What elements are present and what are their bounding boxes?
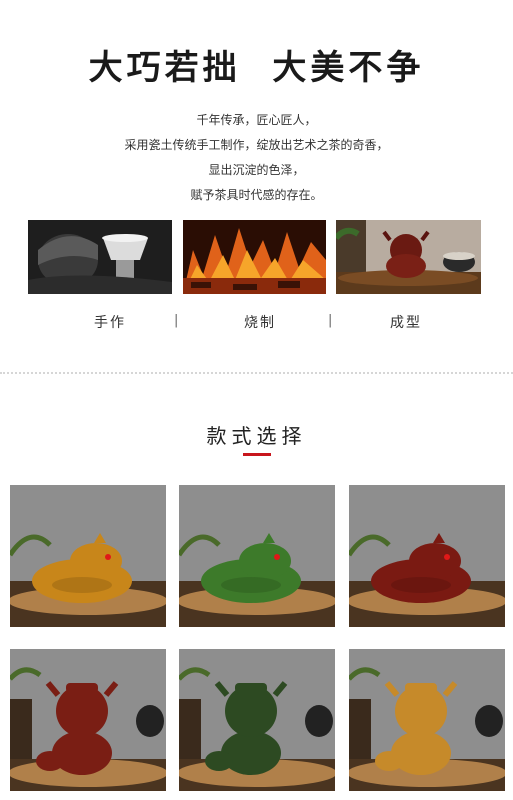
title-accent-bar <box>243 453 271 456</box>
process-labels: 手作 | 烧制 | 成型 <box>0 312 513 332</box>
style-option-toad-red[interactable] <box>349 485 505 627</box>
step-firing: 烧制 <box>244 315 276 331</box>
hero-title: 大巧若拙 大美不争 <box>88 48 425 88</box>
section-divider <box>0 372 513 374</box>
intro-text: 千年传承，匠心匠人， 采用瓷土传统手工制作，绽放出艺术之茶的奇香， 显出沉淀的色… <box>0 108 513 208</box>
section-title: 款式选择 <box>206 424 307 448</box>
intro-line: 赋予茶具时代感的存在。 <box>190 188 323 202</box>
finished-piece-photo <box>336 220 481 294</box>
style-option-ox-red[interactable] <box>10 649 166 791</box>
handmade-photo <box>28 220 172 294</box>
style-option-toad-amber[interactable] <box>10 485 166 627</box>
process-images <box>28 220 483 296</box>
step-shaping: 成型 <box>390 315 422 331</box>
intro-line: 采用瓷土传统手工制作，绽放出艺术之茶的奇香， <box>124 138 389 152</box>
style-option-toad-green[interactable] <box>179 485 335 627</box>
step-separator: | <box>328 313 333 328</box>
style-option-ox-amber[interactable] <box>349 649 505 791</box>
intro-line: 显出沉淀的色泽， <box>208 163 305 177</box>
style-option-ox-green[interactable] <box>179 649 335 791</box>
firing-photo <box>183 220 326 294</box>
step-separator: | <box>174 313 179 328</box>
step-handmade: 手作 <box>94 315 126 331</box>
intro-line: 千年传承，匠心匠人， <box>196 113 317 127</box>
